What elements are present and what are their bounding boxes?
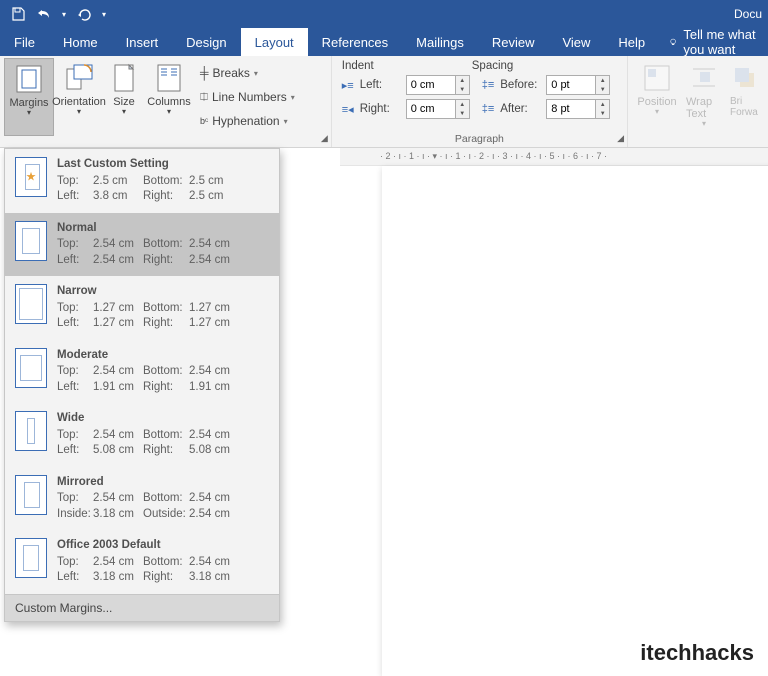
spacing-after-icon: ‡≡: [482, 103, 495, 115]
custom-margins-button[interactable]: Custom Margins...: [5, 594, 279, 621]
margin-preset-icon: [15, 348, 47, 388]
bring-forward-button: Bri Forwa: [726, 58, 764, 129]
size-button[interactable]: Size▾: [104, 58, 144, 136]
margins-dropdown: ★Last Custom SettingTop:2.5 cmBottom:2.5…: [4, 148, 280, 622]
margin-preset-icon: [15, 538, 47, 578]
watermark: itechhacks: [640, 640, 754, 666]
tab-help[interactable]: Help: [604, 28, 659, 56]
bring-forward-icon: [729, 62, 761, 94]
document-area: · 2 · ı · 1 · ı · ▾ · ı · 1 · ı · 2 · ı …: [340, 148, 768, 672]
indent-right-input[interactable]: ▲▼: [406, 98, 470, 120]
quick-access-toolbar: ▾ ▾: [6, 3, 110, 25]
hyphenation-button[interactable]: bᶜHyphenation ▾: [200, 110, 295, 132]
breaks-icon: ╪: [200, 66, 209, 80]
lightbulb-icon: [669, 35, 677, 49]
indent-left-input[interactable]: ▲▼: [406, 74, 470, 96]
group-paragraph: Indent Spacing ▸≡ Left: ▲▼ ‡≡ Before: ▲▼…: [332, 56, 628, 147]
spacing-before-icon: ‡≡: [482, 79, 495, 91]
indent-right-icon: ≡◂: [342, 103, 354, 116]
margins-option-moderate[interactable]: ModerateTop:2.54 cmBottom:2.54 cmLeft:1.…: [5, 340, 279, 404]
spacing-before-label: Before:: [500, 79, 540, 91]
preset-name: Office 2003 Default: [57, 538, 239, 554]
preset-name: Moderate: [57, 348, 239, 364]
tab-home[interactable]: Home: [49, 28, 112, 56]
indent-right-label: Right:: [360, 103, 400, 115]
preset-name: Normal: [57, 221, 239, 237]
tab-insert[interactable]: Insert: [112, 28, 173, 56]
ribbon: Margins▾ Orientation▾ Size▾ Columns▾ ╪Br…: [0, 56, 768, 148]
margin-preset-icon: [15, 411, 47, 451]
window-title: Docu: [734, 7, 762, 21]
tab-mailings[interactable]: Mailings: [402, 28, 478, 56]
margins-option-lastcustom[interactable]: ★Last Custom SettingTop:2.5 cmBottom:2.5…: [5, 149, 279, 213]
indent-left-icon: ▸≡: [342, 79, 354, 92]
tab-review[interactable]: Review: [478, 28, 549, 56]
columns-icon: [153, 62, 185, 94]
tab-references[interactable]: References: [308, 28, 402, 56]
margin-preset-icon: [15, 475, 47, 515]
margins-option-mirrored[interactable]: MirroredTop:2.54 cmBottom:2.54 cmInside:…: [5, 467, 279, 531]
line-numbers-icon: ⎅: [200, 92, 208, 103]
tab-layout[interactable]: Layout: [241, 28, 308, 56]
paragraph-launcher[interactable]: ◢: [617, 133, 624, 144]
orientation-button[interactable]: Orientation▾: [54, 58, 104, 136]
title-bar: ▾ ▾ Docu: [0, 0, 768, 28]
page-setup-launcher[interactable]: ◢: [321, 133, 328, 144]
preset-name: Wide: [57, 411, 239, 427]
tab-file[interactable]: File: [0, 28, 49, 56]
margins-option-office2003[interactable]: Office 2003 DefaultTop:2.54 cmBottom:2.5…: [5, 530, 279, 594]
wrap-text-icon: [688, 62, 720, 94]
margins-option-normal[interactable]: NormalTop:2.54 cmBottom:2.54 cmLeft:2.54…: [5, 213, 279, 277]
indent-left-label: Left:: [360, 79, 400, 91]
tab-view[interactable]: View: [548, 28, 604, 56]
undo-button[interactable]: [32, 3, 56, 25]
breaks-button[interactable]: ╪Breaks ▾: [200, 62, 295, 84]
margin-preset-icon: [15, 284, 47, 324]
margin-preset-icon: [15, 221, 47, 261]
position-icon: [641, 62, 673, 94]
ribbon-tabs: File Home Insert Design Layout Reference…: [0, 28, 768, 56]
preset-name: Mirrored: [57, 475, 239, 491]
tell-me-search[interactable]: Tell me what you want: [659, 28, 768, 56]
page-setup-stack: ╪Breaks ▾ ⎅Line Numbers ▾ bᶜHyphenation …: [194, 58, 301, 136]
hyphenation-icon: bᶜ: [200, 116, 208, 126]
spacing-heading: Spacing: [472, 60, 514, 72]
margins-option-wide[interactable]: WideTop:2.54 cmBottom:2.54 cmLeft:5.08 c…: [5, 403, 279, 467]
horizontal-ruler[interactable]: · 2 · ı · 1 · ı · ▾ · ı · 1 · ı · 2 · ı …: [340, 148, 768, 166]
indent-heading: Indent: [342, 60, 374, 72]
group-page-setup: Margins▾ Orientation▾ Size▾ Columns▾ ╪Br…: [0, 56, 332, 147]
tab-design[interactable]: Design: [172, 28, 240, 56]
wrap-text-button: Wrap Text▾: [682, 58, 726, 129]
qat-customize-button[interactable]: ▾: [98, 3, 110, 25]
group-arrange: Position▾ Wrap Text▾ Bri Forwa: [628, 56, 768, 147]
size-icon: [108, 62, 140, 94]
margins-option-narrow[interactable]: NarrowTop:1.27 cmBottom:1.27 cmLeft:1.27…: [5, 276, 279, 340]
undo-more-button[interactable]: ▾: [58, 3, 70, 25]
save-button[interactable]: [6, 3, 30, 25]
orientation-icon: [63, 62, 95, 94]
margins-icon: [13, 63, 45, 95]
preset-name: Narrow: [57, 284, 239, 300]
document-page[interactable]: [382, 166, 768, 676]
spacing-after-label: After:: [500, 103, 540, 115]
spacing-before-input[interactable]: ▲▼: [546, 74, 610, 96]
preset-name: Last Custom Setting: [57, 157, 239, 173]
position-button: Position▾: [632, 58, 682, 129]
margin-preset-icon: ★: [15, 157, 47, 197]
columns-button[interactable]: Columns▾: [144, 58, 194, 136]
spacing-after-input[interactable]: ▲▼: [546, 98, 610, 120]
paragraph-group-label: Paragraph: [336, 133, 623, 145]
redo-button[interactable]: [72, 3, 96, 25]
margins-button[interactable]: Margins▾: [4, 58, 54, 136]
line-numbers-button[interactable]: ⎅Line Numbers ▾: [200, 86, 295, 108]
tell-me-label: Tell me what you want: [683, 27, 758, 57]
